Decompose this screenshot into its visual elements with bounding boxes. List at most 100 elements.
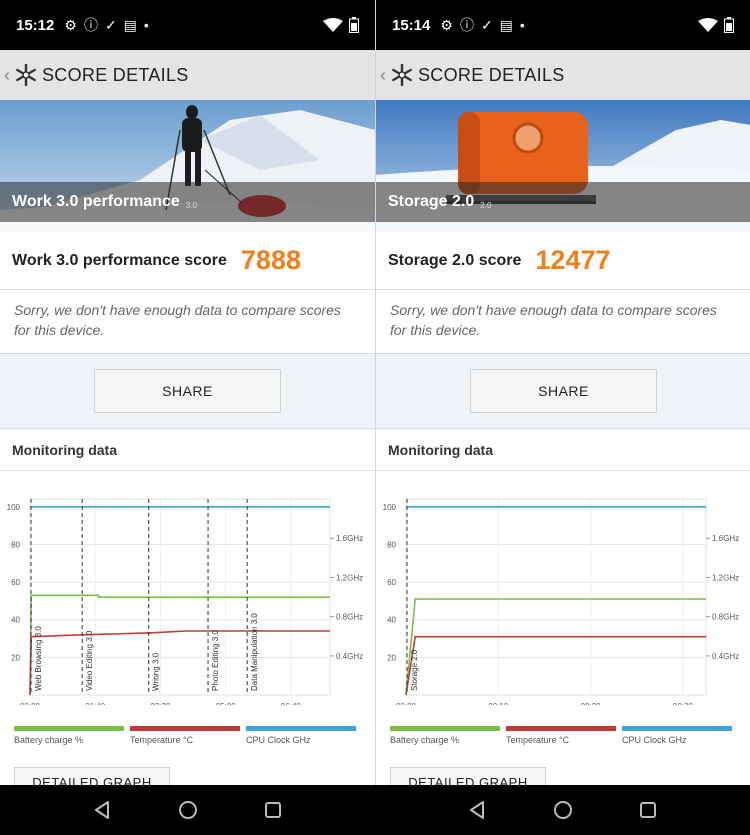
hero-image-work: Work 3.0 performance 3.0	[0, 100, 375, 232]
phase-marker-label: Photo Editing 3.0	[211, 630, 220, 691]
back-chevron-icon[interactable]: ‹	[4, 65, 14, 86]
score-card: Work 3.0 performance score 7888	[0, 232, 375, 290]
snowflake-logo-icon	[392, 63, 412, 87]
status-bar: 15:12 ⚙ ⓘ ✓ ▤ •	[0, 0, 375, 50]
status-time: 15:14	[392, 16, 431, 34]
monitoring-title: Monitoring data	[376, 429, 750, 471]
share-button[interactable]: SHARE	[94, 369, 281, 413]
monitoring-chart: 20 40 60 80 100 0.4GHz 0.8GHz 1.2GHz 1.6GHz 00:00…	[0, 485, 375, 711]
y-tick-label: 80	[11, 540, 20, 549]
status-time: 15:12	[16, 16, 55, 34]
series-line	[405, 598, 706, 696]
calendar-icon: ▤	[123, 16, 137, 33]
dot-icon: •	[143, 17, 149, 33]
calendar-icon: ▤	[499, 16, 513, 33]
legend-item-cpu: CPU Clock GHz	[622, 726, 732, 745]
phase-marker-label: Web Browsing 3.0	[34, 626, 43, 691]
hero-image-storage: Storage 2.0 2.0	[376, 100, 750, 232]
benchmark-version: 3.0	[185, 200, 197, 210]
phase-marker-label: Writing 3.0	[152, 652, 161, 691]
nav-home-icon[interactable]	[548, 795, 578, 825]
y2-tick-label: 0.4GHz	[336, 652, 363, 661]
legend-item-temperature: Temperature °C	[130, 726, 240, 745]
y-tick-label: 60	[11, 578, 20, 587]
battery-icon	[724, 17, 734, 33]
page-title: SCORE DETAILS	[418, 64, 565, 85]
gear-icon: ⚙	[64, 16, 77, 33]
hero-band: Work 3.0 performance 3.0	[0, 182, 375, 222]
phase-marker-label: Data Manipulation 3.0	[250, 613, 259, 691]
y-tick-label: 40	[387, 616, 396, 625]
y-tick-label: 20	[387, 653, 396, 662]
chart-legend: Battery charge % Temperature °C CPU Cloc…	[14, 726, 361, 745]
monitoring-title: Monitoring data	[0, 429, 375, 471]
x-tick-label: 00:30	[673, 702, 694, 705]
battery-icon	[349, 17, 359, 33]
wifi-icon	[698, 18, 718, 32]
y-tick-label: 80	[387, 540, 396, 549]
series-line	[29, 630, 330, 696]
y-tick-label: 40	[11, 616, 20, 625]
x-tick-label: 05:00	[216, 702, 237, 705]
y2-tick-label: 1.2GHz	[712, 573, 739, 582]
score-card: Storage 2.0 score 12477	[376, 232, 750, 290]
y2-tick-label: 0.8GHz	[712, 613, 739, 622]
y2-tick-label: 0.8GHz	[336, 613, 363, 622]
legend-item-battery: Battery charge %	[14, 726, 124, 745]
y-tick-label: 100	[7, 503, 21, 512]
nav-recents-icon[interactable]	[633, 795, 663, 825]
plot-area	[405, 498, 707, 696]
y-tick-label: 100	[383, 503, 397, 512]
y-tick-label: 60	[387, 578, 396, 587]
info-icon: ⓘ	[83, 17, 98, 33]
x-tick-label: 01:40	[85, 702, 106, 705]
y-tick-label: 20	[11, 653, 20, 662]
y2-tick-label: 0.4GHz	[712, 652, 739, 661]
x-tick-label: 03:20	[150, 702, 171, 705]
hero-band: Storage 2.0 2.0	[376, 182, 750, 222]
benchmark-name: Work 3.0 performance	[12, 193, 180, 210]
y2-tick-label: 1.2GHz	[336, 573, 363, 582]
gear-icon: ⚙	[440, 16, 453, 33]
monitoring-panel: Monitoring data 20 40 60 80 100 0.4GHz 0.8GHz 1…	[0, 428, 375, 797]
phase-marker-label: Storage 2.0	[410, 649, 419, 691]
screen-work: 15:12 ⚙ ⓘ ✓ ▤ • ‹ SCORE DETAILS Work 3.0…	[0, 0, 375, 835]
dot-icon: •	[519, 17, 525, 33]
nav-recents-icon[interactable]	[258, 795, 288, 825]
screen-storage: 15:14 ⚙ ⓘ ✓ ▤ • ‹ SCORE DETAILS Storage …	[375, 0, 750, 835]
chart-legend: Battery charge % Temperature °C CPU Cloc…	[390, 726, 736, 745]
info-icon: ⓘ	[459, 17, 474, 33]
nav-back-icon[interactable]	[88, 795, 118, 825]
app-bar: ‹ SCORE DETAILS	[376, 50, 750, 100]
series-line	[405, 635, 706, 696]
phase-marker-label: Video Editing 3.0	[85, 630, 94, 691]
back-chevron-icon[interactable]: ‹	[380, 65, 390, 86]
x-tick-label: 06:40	[281, 702, 302, 705]
y2-tick-label: 1.6GHz	[712, 534, 739, 543]
snowflake-logo-icon	[16, 63, 36, 87]
app-bar: ‹ SCORE DETAILS	[0, 50, 375, 100]
checklist-icon: ✓	[104, 16, 117, 33]
x-tick-label: 00:20	[581, 702, 602, 705]
benchmark-version: 2.0	[480, 200, 492, 210]
x-tick-label: 00:10	[488, 702, 509, 705]
legend-item-battery: Battery charge %	[390, 726, 500, 745]
legend-item-temperature: Temperature °C	[506, 726, 616, 745]
share-button[interactable]: SHARE	[470, 369, 657, 413]
system-nav-bar	[0, 785, 750, 835]
nav-home-icon[interactable]	[173, 795, 203, 825]
x-tick-label: 00:00	[20, 702, 41, 705]
checklist-icon: ✓	[480, 16, 493, 33]
benchmark-name: Storage 2.0	[388, 193, 475, 210]
score-label: Work 3.0 performance score	[12, 251, 227, 269]
legend-item-cpu: CPU Clock GHz	[246, 726, 356, 745]
series-line	[29, 594, 330, 696]
nav-back-icon[interactable]	[463, 795, 493, 825]
x-tick-label: 00:00	[396, 702, 417, 705]
page-title: SCORE DETAILS	[42, 64, 189, 85]
wifi-icon	[323, 18, 343, 32]
compare-note: Sorry, we don't have enough data to comp…	[0, 290, 375, 354]
compare-note: Sorry, we don't have enough data to comp…	[376, 290, 750, 354]
y2-tick-label: 1.6GHz	[336, 534, 363, 543]
score-label: Storage 2.0 score	[388, 251, 522, 269]
